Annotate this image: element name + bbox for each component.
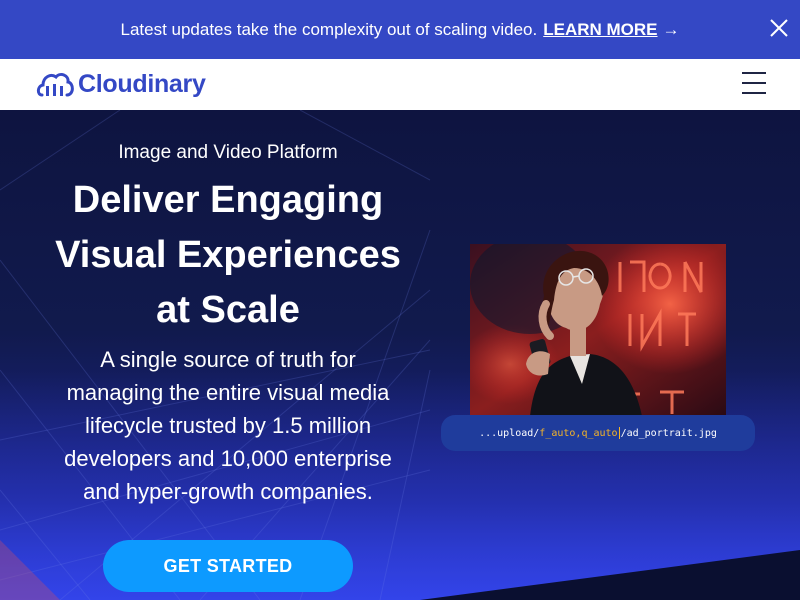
headline-line: Visual Experiences: [55, 234, 401, 276]
get-started-button[interactable]: GET STARTED: [103, 540, 353, 592]
description-line: managing the entire visual media: [66, 380, 390, 405]
neon-portrait-photo: [470, 244, 726, 416]
url-suffix: /ad_portrait.jpg: [620, 427, 717, 439]
hero-description: A single source of truth for managing th…: [28, 343, 428, 508]
hero-eyebrow: Image and Video Platform: [118, 142, 338, 163]
url-transform-params: f_auto,q_auto: [539, 427, 618, 439]
url-prefix: ...upload/: [479, 427, 540, 439]
description-line: and hyper-growth companies.: [83, 479, 373, 504]
transformation-url-bar: ...upload/ f_auto,q_auto /ad_portrait.jp…: [441, 415, 755, 451]
description-line: lifecycle trusted by 1.5 million: [84, 413, 372, 438]
arrow-right-icon[interactable]: →: [663, 20, 680, 40]
description-line: A single source of truth for: [100, 347, 356, 372]
description-line: developers and 10,000 enterprise: [64, 446, 392, 471]
learn-more-link[interactable]: LEARN MORE: [543, 20, 657, 40]
navbar: Cloudinary: [0, 59, 800, 110]
hero-section: Image and Video Platform Deliver Engagin…: [0, 110, 800, 600]
banner-message: Latest updates take the complexity out o…: [120, 19, 538, 39]
hamburger-menu-icon[interactable]: [740, 71, 768, 97]
cloudinary-logo[interactable]: Cloudinary: [36, 69, 206, 99]
headline-line: Deliver Engaging: [72, 179, 384, 221]
close-icon[interactable]: [768, 17, 790, 39]
headline-line: at Scale: [156, 289, 300, 331]
logo-wordmark: Cloudinary: [78, 69, 206, 98]
cloudinary-cloud-icon: [36, 73, 74, 97]
announcement-banner: Latest updates take the complexity out o…: [0, 0, 800, 59]
text-caret: [618, 427, 620, 439]
hero-headline: Deliver Engaging Visual Experiences at S…: [28, 173, 428, 338]
